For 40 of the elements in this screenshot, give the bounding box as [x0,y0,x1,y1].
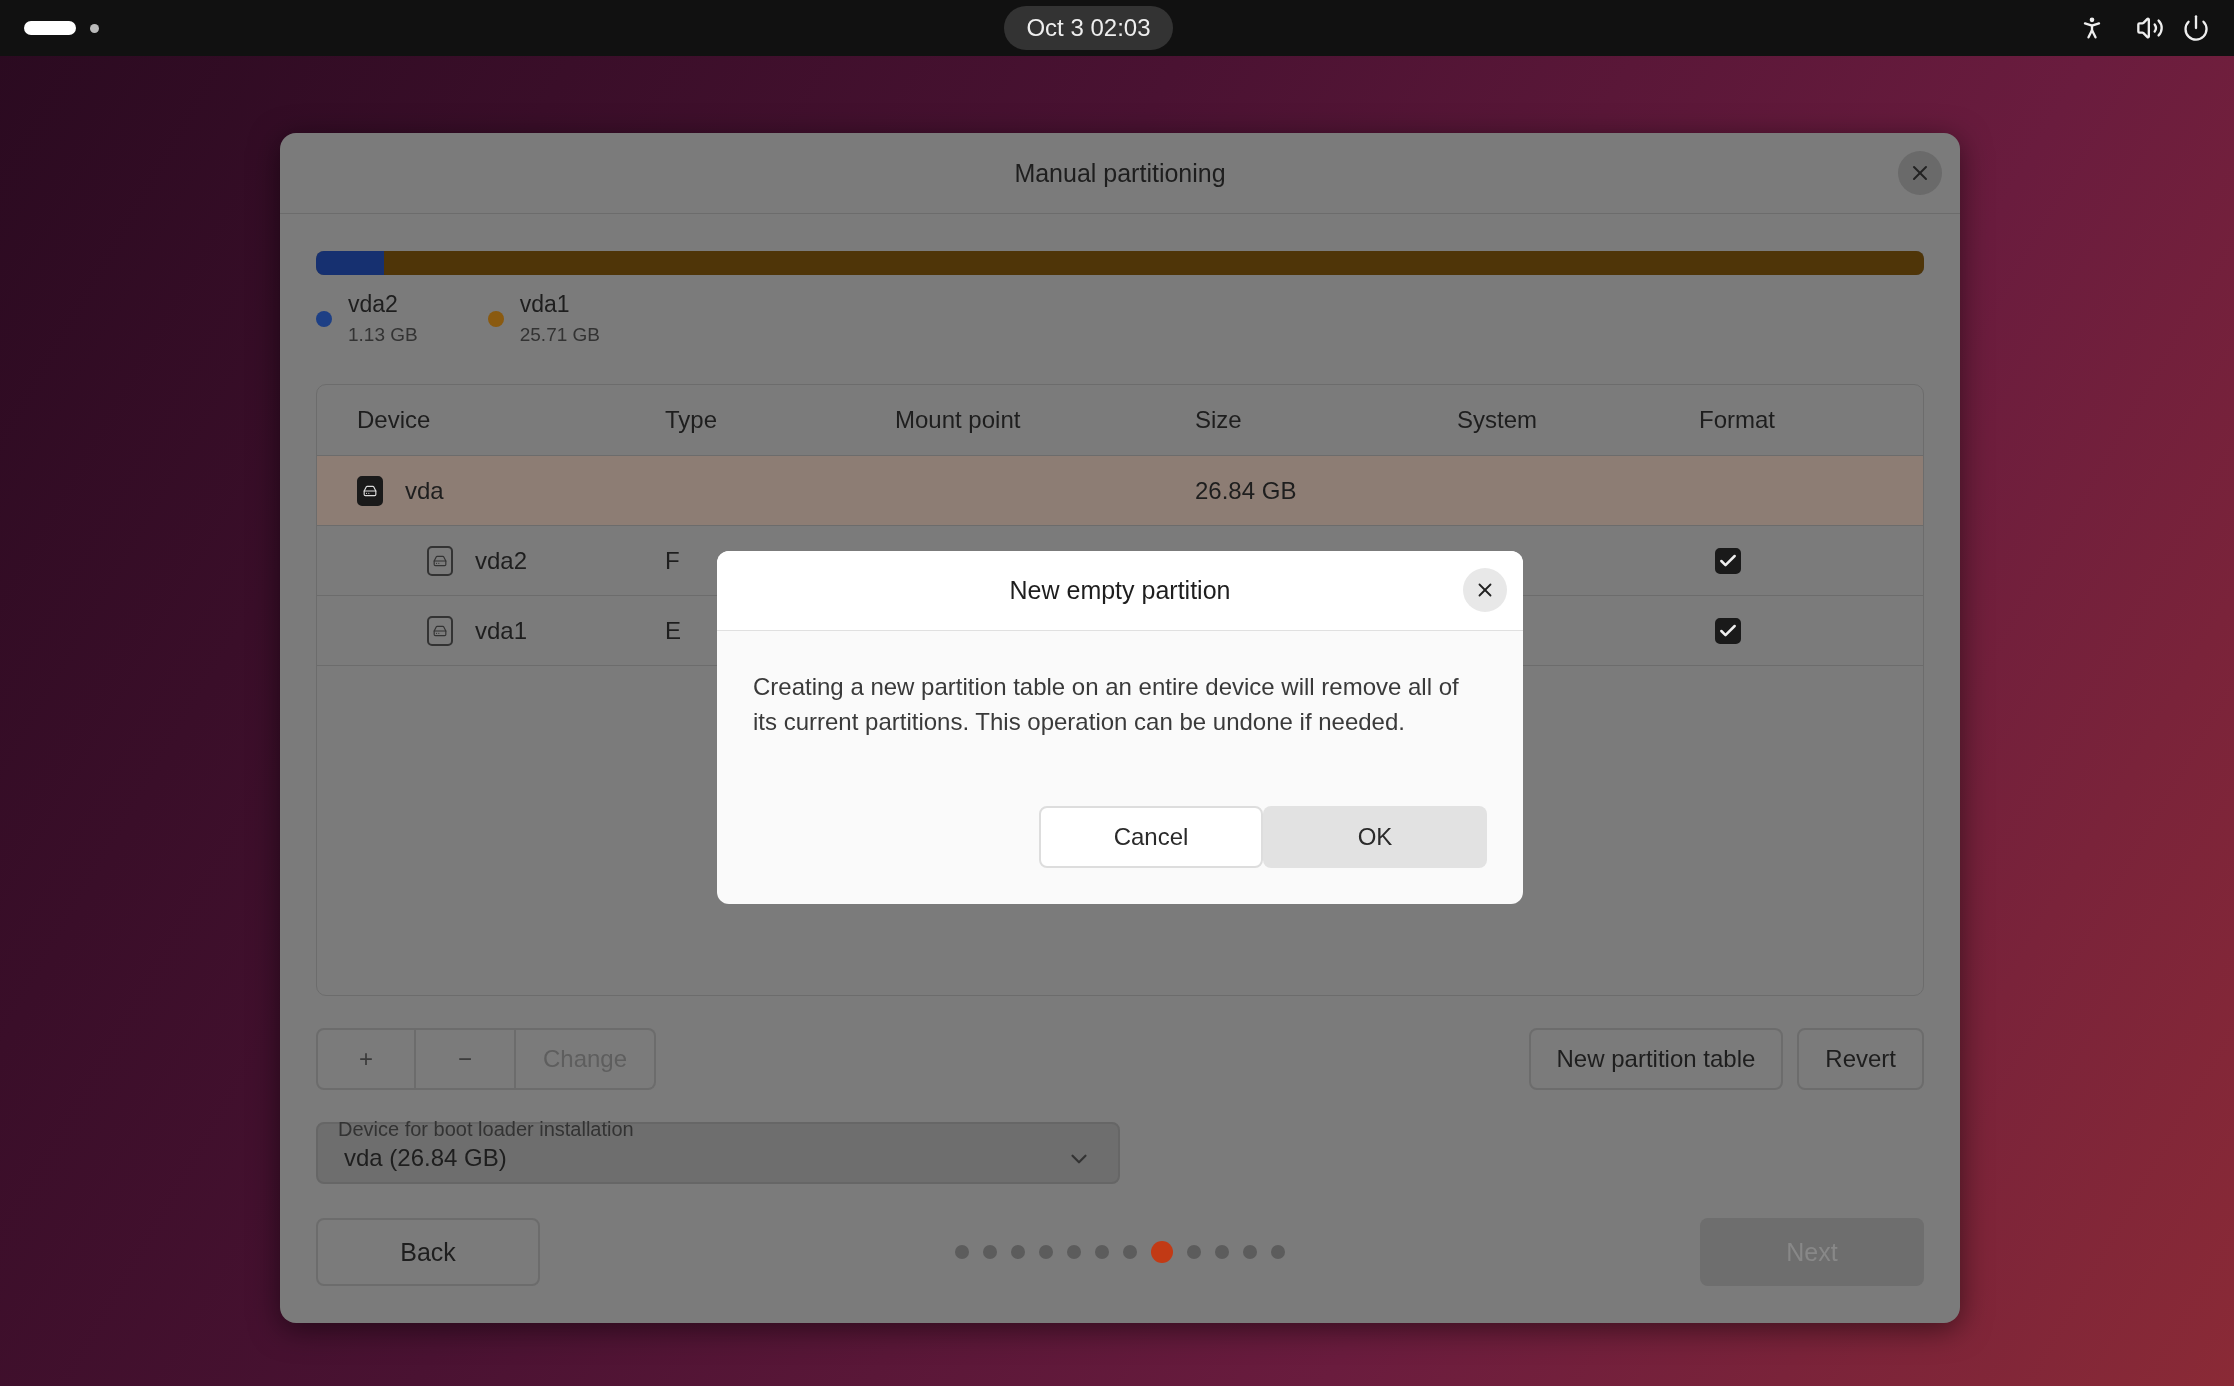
dialog-button[interactable]: OK [1263,806,1487,868]
back-button[interactable]: Back [316,1218,540,1286]
legend-name: vda1 [519,291,571,318]
device-cell: vda1 [475,616,528,645]
table-button[interactable]: New partition table [1528,1028,1784,1090]
boot-loader-dropdown[interactable]: Device for boot loader installation vda (26.84 GB) [316,1122,1120,1184]
size-cell-text: 26.84 GB [1195,476,1298,505]
dropdown-value: vda (26.84 GB) [344,1144,507,1172]
format-checkbox[interactable] [1715,617,1741,644]
dialog-close-button[interactable] [1463,568,1507,612]
clock[interactable]: Oct 3 02:03 [1004,6,1173,50]
device-cell: vda2 [475,546,528,575]
edit-button[interactable]: − [416,1028,516,1090]
drive-icon [427,545,453,576]
table-button[interactable]: Revert [1797,1028,1924,1090]
power-icon[interactable] [2182,14,2210,42]
column-header: Mount point [895,406,1022,434]
dialog-message: Creating a new partition table on an entire device will remove all of its current partitions. This operation can be undone if needed. [753,672,1460,737]
dialog-title: New empty partition [1009,576,1231,605]
edit-button[interactable]: + [316,1028,416,1090]
workspace-dot[interactable] [90,23,99,33]
legend-size: 25.71 GB [519,324,600,346]
drive-icon [357,475,383,506]
window-title: Manual partitioning [1014,158,1226,188]
type-cell-text: E [665,616,682,645]
dialog-button[interactable]: Cancel [1039,806,1263,868]
column-header: Type [665,406,719,434]
column-header: Device [356,406,432,434]
column-header: System [1457,406,1538,434]
format-checkbox[interactable] [1715,547,1741,574]
device-cell: vda [405,476,444,505]
column-header: Size [1195,406,1243,434]
drive-icon [427,615,453,646]
type-cell-text: F [665,546,681,575]
table-row[interactable]: vda 26.84 GB [317,456,1923,526]
legend-name: vda2 [348,291,399,318]
close-button[interactable] [1898,151,1942,195]
legend-size: 1.13 GB [348,324,418,346]
activities-indicator[interactable] [24,21,76,35]
column-header: Format [1699,406,1776,434]
